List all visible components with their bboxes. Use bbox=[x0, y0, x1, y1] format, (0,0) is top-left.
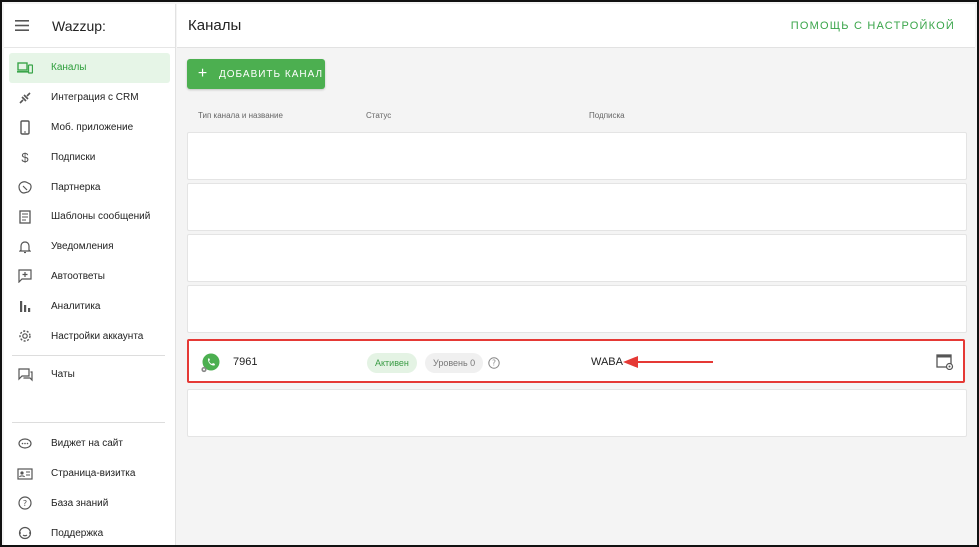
sidebar-item-templates[interactable]: Шаблоны сообщений bbox=[9, 202, 170, 232]
table-row[interactable] bbox=[187, 234, 967, 282]
sidebar-item-support[interactable]: Поддержка bbox=[9, 518, 170, 545]
page-header: Каналы ПОМОЩЬ С НАСТРОЙКОЙ bbox=[177, 4, 975, 48]
plug-icon bbox=[9, 91, 41, 105]
column-header-status: Статус bbox=[366, 111, 392, 120]
dollar-icon: $ bbox=[21, 149, 29, 165]
sidebar-item-autoreplies[interactable]: Автоответы bbox=[9, 262, 170, 292]
add-channel-button[interactable]: + ДОБАВИТЬ КАНАЛ bbox=[187, 59, 325, 89]
sidebar-item-mobile[interactable]: Моб. приложение bbox=[9, 113, 170, 143]
app-frame: Wazzup: Каналы Интеграция с CRM Моб. при… bbox=[0, 0, 979, 547]
table-row[interactable] bbox=[187, 389, 967, 437]
level-badge: Уровень 0 bbox=[425, 353, 484, 373]
devices-icon bbox=[9, 62, 41, 74]
gear-icon bbox=[9, 329, 41, 343]
svg-text:?: ? bbox=[492, 359, 496, 368]
sidebar-item-crm[interactable]: Интеграция с CRM bbox=[9, 83, 170, 113]
brand-logo: Wazzup: bbox=[52, 17, 106, 34]
sidebar-bottom-nav: Виджет на сайт Страница-визитка ? База з… bbox=[4, 429, 175, 545]
autoreply-icon bbox=[9, 269, 41, 284]
channel-settings-icon[interactable] bbox=[936, 354, 954, 375]
column-header-subscription: Подписка bbox=[589, 111, 625, 120]
table-row[interactable] bbox=[187, 183, 967, 231]
sidebar-divider bbox=[12, 422, 165, 423]
sidebar-header: Wazzup: bbox=[4, 4, 175, 48]
table-row[interactable] bbox=[187, 285, 967, 333]
help-icon: ? bbox=[9, 496, 41, 511]
document-icon bbox=[9, 210, 41, 224]
sidebar-nav: Каналы Интеграция с CRM Моб. приложение … bbox=[4, 53, 175, 351]
status-badge: Активен bbox=[367, 353, 417, 373]
menu-icon[interactable] bbox=[4, 4, 40, 48]
channel-row-highlighted[interactable]: 7961 Активен Уровень 0 ? WABA bbox=[187, 339, 965, 383]
sidebar-item-partner[interactable]: Партнерка bbox=[9, 172, 170, 202]
sidebar-item-subscriptions[interactable]: $ Подписки bbox=[9, 142, 170, 172]
help-setup-link[interactable]: ПОМОЩЬ С НАСТРОЙКОЙ bbox=[791, 20, 955, 32]
sidebar: Wazzup: Каналы Интеграция с CRM Моб. при… bbox=[4, 4, 176, 545]
help-icon[interactable]: ? bbox=[488, 356, 500, 374]
sidebar-item-analytics[interactable]: Аналитика bbox=[9, 291, 170, 321]
subscription-value: WABA bbox=[591, 356, 623, 368]
chat-icon bbox=[9, 368, 41, 382]
sidebar-item-chats[interactable]: Чаты bbox=[9, 360, 170, 390]
sidebar-item-knowledge-base[interactable]: ? База знаний bbox=[9, 489, 170, 519]
arrow-annotation-icon bbox=[623, 352, 715, 377]
sidebar-nav-chats: Чаты bbox=[4, 360, 175, 390]
column-header-type: Тип канала и названиe bbox=[198, 111, 283, 120]
bar-chart-icon bbox=[9, 299, 41, 313]
handshake-icon bbox=[9, 180, 41, 194]
sidebar-item-notifications[interactable]: Уведомления bbox=[9, 232, 170, 262]
card-icon bbox=[9, 468, 41, 480]
sidebar-item-account-settings[interactable]: Настройки аккаунта bbox=[9, 321, 170, 351]
phone-icon bbox=[9, 120, 41, 135]
sidebar-bottom: Виджет на сайт Страница-визитка ? База з… bbox=[4, 418, 175, 545]
sidebar-item-business-card[interactable]: Страница-визитка bbox=[9, 459, 170, 489]
page-title: Каналы bbox=[188, 17, 242, 34]
table-row[interactable] bbox=[187, 132, 967, 180]
sidebar-divider bbox=[12, 354, 165, 356]
support-icon bbox=[9, 526, 41, 540]
whatsapp-icon bbox=[200, 352, 222, 379]
channel-number: 7961 bbox=[233, 356, 258, 368]
sidebar-item-channels[interactable]: Каналы bbox=[9, 53, 170, 83]
plus-icon: + bbox=[197, 65, 209, 82]
sidebar-item-widget[interactable]: Виджет на сайт bbox=[9, 429, 170, 459]
svg-text:?: ? bbox=[23, 499, 27, 508]
bell-icon bbox=[9, 240, 41, 254]
widget-icon bbox=[9, 438, 41, 450]
main-content: Каналы ПОМОЩЬ С НАСТРОЙКОЙ + ДОБАВИТЬ КА… bbox=[177, 4, 975, 543]
